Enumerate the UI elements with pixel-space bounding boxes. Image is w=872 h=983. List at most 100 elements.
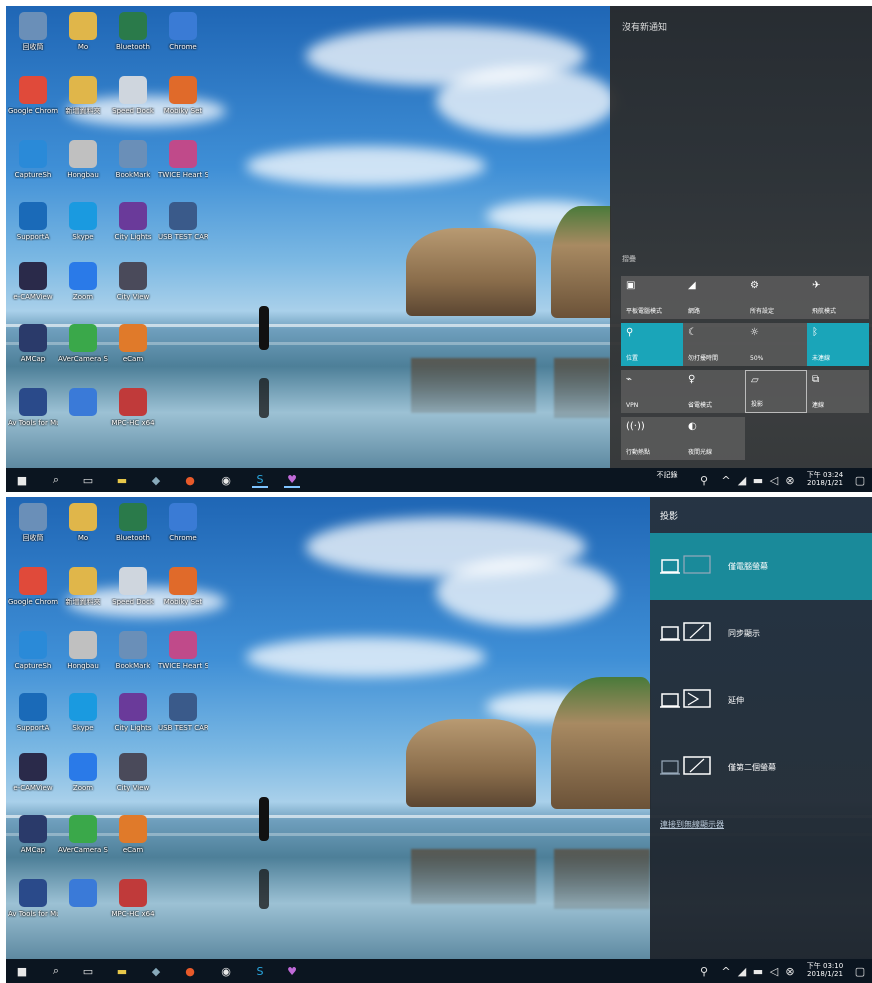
desktop-icon[interactable]: MPC-HC x64	[108, 388, 158, 427]
quick-action-tile[interactable]: ⚙ 所有設定	[745, 276, 807, 319]
desktop-icon[interactable]: AVerCamera Setting Tool	[58, 815, 108, 854]
quick-action-tile[interactable]: ▱ 投影	[745, 370, 807, 413]
desktop-icon[interactable]: Bluetooth	[108, 12, 158, 51]
app-icon[interactable]: ♥	[284, 963, 300, 979]
desktop-icon[interactable]: eCam	[108, 815, 158, 854]
quick-action-tile[interactable]: ⌁ VPN	[621, 370, 683, 413]
action-center-icon[interactable]: ▢	[852, 472, 868, 488]
network-icon[interactable]: ◢	[734, 472, 750, 488]
desktop-icon[interactable]: TWICE Heart Shaker MV	[158, 140, 208, 179]
quick-action-tile[interactable]: ☼ 50%	[745, 323, 807, 366]
desktop-icon[interactable]: Hongbau	[58, 631, 108, 670]
quick-action-tile[interactable]: ◐ 夜間光線	[683, 417, 745, 460]
desktop-icon[interactable]: Chrome	[158, 503, 208, 542]
extend-option[interactable]: 延伸	[650, 667, 872, 734]
pc-screen-only-option[interactable]: 僅電腦螢幕	[650, 533, 872, 600]
wireless-display-link[interactable]: 連接到無線顯示器	[660, 819, 724, 830]
desktop-icon[interactable]: Speed Dock	[108, 567, 158, 606]
task-view-icon[interactable]: ▭	[80, 963, 96, 979]
desktop-icon[interactable]: BookMark	[108, 140, 158, 179]
battery-icon[interactable]: ▬	[750, 472, 766, 488]
desktop-icon[interactable]: eCam	[108, 324, 158, 363]
desktop-icon[interactable]	[58, 388, 108, 419]
desktop-icon[interactable]: e-CAMView	[8, 753, 58, 792]
desktop-icon[interactable]: Mobiky Set	[158, 76, 208, 115]
desktop-icon[interactable]: Zoom	[58, 262, 108, 301]
desktop-icon[interactable]: City Lights	[108, 693, 158, 732]
search-icon[interactable]: ⌕	[48, 472, 64, 488]
desktop-icon[interactable]: City Lights	[108, 202, 158, 241]
file-explorer-icon[interactable]: ▬	[114, 963, 130, 979]
people-icon[interactable]: ⚲	[696, 472, 712, 488]
second-screen-only-option[interactable]: 僅第二個螢幕	[650, 734, 872, 801]
app-icon[interactable]: ♥	[284, 472, 300, 488]
desktop-icon[interactable]: Speed Dock	[108, 76, 158, 115]
desktop-icon[interactable]	[58, 879, 108, 910]
volume-icon[interactable]: ◁	[766, 963, 782, 979]
windows-start-icon[interactable]: ■	[14, 472, 30, 488]
skype-icon[interactable]: S	[252, 963, 268, 979]
desktop-icon[interactable]: Bluetooth	[108, 503, 158, 542]
chrome-icon[interactable]: ●	[182, 963, 198, 979]
desktop-icon[interactable]: USB TEST CARD	[158, 202, 208, 241]
app-icon[interactable]: ◉	[218, 472, 234, 488]
file-explorer-icon[interactable]: ▬	[114, 472, 130, 488]
desktop-icon[interactable]: MPC-HC x64	[108, 879, 158, 918]
app-icon[interactable]: ◆	[148, 963, 164, 979]
desktop-icon[interactable]: e-CAMView	[8, 262, 58, 301]
duplicate-option[interactable]: 同步顯示	[650, 600, 872, 667]
action-center-icon[interactable]: ▢	[852, 963, 868, 979]
search-icon[interactable]: ⌕	[48, 963, 64, 979]
desktop-icon[interactable]: City View	[108, 753, 158, 792]
desktop-icon[interactable]: Chrome	[158, 12, 208, 51]
desktop-icon[interactable]: City View	[108, 262, 158, 301]
quick-action-tile[interactable]: ⧉ 連線	[807, 370, 869, 413]
desktop-icon[interactable]: BookMark	[108, 631, 158, 670]
quick-action-tile[interactable]: ✈ 飛航模式	[807, 276, 869, 319]
desktop-icon[interactable]: 回收筒	[8, 12, 58, 51]
quick-action-tile[interactable]: ◢ 網路	[683, 276, 745, 319]
clock[interactable]: 下午 03:24 2018/1/21	[800, 471, 850, 487]
status-icon[interactable]: ⊗	[782, 472, 798, 488]
quick-action-tile[interactable]: ▣ 平板電腦模式	[621, 276, 683, 319]
desktop-icon[interactable]: Skype	[58, 693, 108, 732]
quick-action-tile[interactable]: ☾ 勿打擾時間	[683, 323, 745, 366]
collapse-link[interactable]: 摺疊	[622, 254, 636, 264]
app-icon[interactable]: ◉	[218, 963, 234, 979]
desktop-icon[interactable]: SupportA	[8, 202, 58, 241]
quick-action-tile[interactable]: ♀ 省電模式	[683, 370, 745, 413]
desktop-icon[interactable]: 回收筒	[8, 503, 58, 542]
quick-action-tile[interactable]: ((·)) 行動熱點	[621, 417, 683, 460]
task-view-icon[interactable]: ▭	[80, 472, 96, 488]
desktop-icon[interactable]: CaptureSh	[8, 140, 58, 179]
people-icon[interactable]: ⚲	[696, 963, 712, 979]
quick-action-tile[interactable]: ᛒ 未連線	[807, 323, 869, 366]
desktop-icon[interactable]: Google Chrome	[8, 76, 58, 115]
desktop-icon[interactable]: AVerCamera Setting Tool	[58, 324, 108, 363]
desktop-icon[interactable]: Mo	[58, 12, 108, 51]
chevron-up-icon[interactable]: ^	[718, 963, 734, 979]
desktop-icon[interactable]: TWICE Heart Shaker MV	[158, 631, 208, 670]
windows-start-icon[interactable]: ■	[14, 963, 30, 979]
desktop-icon[interactable]: Mobiky Set	[158, 567, 208, 606]
chevron-up-icon[interactable]: ^	[718, 472, 734, 488]
desktop-icon[interactable]: SupportA	[8, 693, 58, 732]
app-icon[interactable]: ◆	[148, 472, 164, 488]
desktop-icon[interactable]: 新增資料夾	[58, 567, 108, 606]
desktop-icon[interactable]: 新增資料夾	[58, 76, 108, 115]
desktop-icon[interactable]: Skype	[58, 202, 108, 241]
status-icon[interactable]: ⊗	[782, 963, 798, 979]
desktop-icon[interactable]: Hongbau	[58, 140, 108, 179]
clock[interactable]: 下午 03:10 2018/1/21	[800, 962, 850, 978]
volume-icon[interactable]: ◁	[766, 472, 782, 488]
desktop-icon[interactable]: AMCap	[8, 324, 58, 363]
chrome-icon[interactable]: ●	[182, 472, 198, 488]
desktop-icon[interactable]: CaptureSh	[8, 631, 58, 670]
desktop-icon[interactable]: Av Tools for Multi Sensor	[8, 879, 58, 918]
desktop-icon[interactable]: USB TEST CARD	[158, 693, 208, 732]
desktop-icon[interactable]: Av Tools for Multi Sensor	[8, 388, 58, 427]
desktop-icon[interactable]: AMCap	[8, 815, 58, 854]
battery-icon[interactable]: ▬	[750, 963, 766, 979]
desktop-icon[interactable]: Google Chrome	[8, 567, 58, 606]
skype-icon[interactable]: S	[252, 472, 268, 488]
